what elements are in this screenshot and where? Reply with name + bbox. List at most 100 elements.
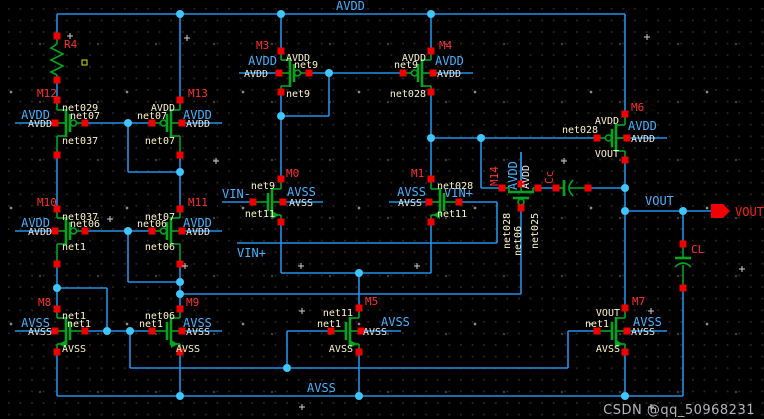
pin-square [680,285,687,292]
label-AVDD: AVDD [248,54,277,68]
label-AVDD: AVDD [506,161,520,190]
grid-plus-mark [299,308,305,314]
grid-plus-mark [414,263,420,269]
wire-junction [124,119,132,127]
label-net028: net028 [502,213,513,249]
wire-junction [103,327,111,335]
label-net07: net07 [137,111,167,122]
pin-square [54,306,61,313]
label-VIN-: VIN- [222,187,251,201]
label-AVDD: AVDD [183,216,212,230]
output-pin-vout[interactable]: VOUT [711,204,764,219]
pin-square [356,305,363,312]
label-AVDD: AVDD [595,116,619,127]
origin-marker [82,60,87,65]
label-net07: net07 [145,136,175,147]
capacitor-CL[interactable] [675,241,691,292]
pin-square [54,349,61,356]
pin-square [680,241,687,248]
label-net1: net1 [317,319,341,330]
label-AVDD: AVDD [628,119,657,133]
label-AVDD: AVDD [244,69,268,80]
label-net1: net1 [585,319,609,330]
wire-junction [124,227,132,235]
pin-square [54,261,61,268]
wire-junction [277,10,285,18]
grid-plus-mark [299,404,305,410]
label-Cc: Cc [543,171,556,184]
label-VOUT: VOUT [645,194,674,208]
label-net06: net06 [137,219,167,230]
label-AVSS: AVSS [596,344,620,355]
pin-square [356,349,363,356]
grid-plus-mark [213,158,219,164]
label-net9: net9 [294,60,318,71]
output-pin-label: VOUT [735,205,764,219]
label-AVDD: AVDD [21,216,50,230]
pin-square [624,328,631,335]
label-AVDD: AVDD [336,0,365,13]
grid-plus-mark [184,35,190,41]
grid-plus-mark [561,158,567,164]
label-net1: net1 [62,242,86,253]
label-M12: M12 [37,87,57,100]
label-CL: CL [691,243,705,256]
label-R4: R4 [64,38,78,51]
wire-junction [355,269,363,277]
label-net1: net1 [67,319,91,330]
pin-square [518,205,525,212]
pin-square [622,349,629,356]
pin-square [278,89,285,96]
wire-junction [53,284,61,292]
resistor-R4[interactable] [51,33,63,84]
label-AVSS: AVSS [398,198,422,209]
wire-junction [176,392,184,400]
label-AVSS: AVSS [183,316,212,330]
pin-square [622,305,629,312]
label-net028: net028 [437,181,473,192]
pin-square [54,33,61,40]
label-net025: net025 [530,213,541,249]
grid-plus-mark [298,263,304,269]
label-AVDD: AVDD [21,108,50,122]
pin-square [428,48,435,55]
pin-square [426,199,433,206]
label-net06: net06 [145,242,175,253]
label-VOUT: VOUT [596,308,620,319]
label-AVSS: AVSS [381,315,410,329]
capacitor-Cc[interactable] [553,180,592,196]
pin-square [278,48,285,55]
transistor-M14[interactable] [499,152,542,212]
label-net9: net9 [251,181,275,192]
label-M6: M6 [631,101,644,114]
pin-square [177,306,184,313]
pin-square [428,176,435,183]
label-AVSS: AVSS [329,344,353,355]
wire-junction [325,69,333,77]
pin-square [428,219,435,226]
label-AVSS: AVSS [287,185,316,199]
label-AVSS: AVSS [397,185,426,199]
pin-square [278,219,285,226]
label-M8: M8 [38,296,51,309]
label-M1: M1 [411,167,424,180]
label-AVSS: AVSS [307,381,336,395]
label-AVSS: AVSS [289,198,313,209]
pin-square [553,185,560,192]
label-M9: M9 [186,296,199,309]
label-M7: M7 [632,295,645,308]
pin-square [52,120,59,127]
label-net028: net028 [390,89,426,100]
pin-square [430,70,437,77]
pin-square [622,111,629,118]
label-M5: M5 [365,295,378,308]
label-net1: net1 [139,319,163,330]
pin-square [622,157,629,164]
wire-junction [621,184,629,192]
pin-square [428,89,435,96]
label-M11: M11 [188,196,208,209]
pin-square [278,176,285,183]
schematic-canvas[interactable]: VOUTAVDDAVSSVIN+VIN-VIN+VOUTR4M12M13M10M… [0,0,764,419]
wire-junction [176,290,184,298]
label-net06: net06 [70,219,100,230]
